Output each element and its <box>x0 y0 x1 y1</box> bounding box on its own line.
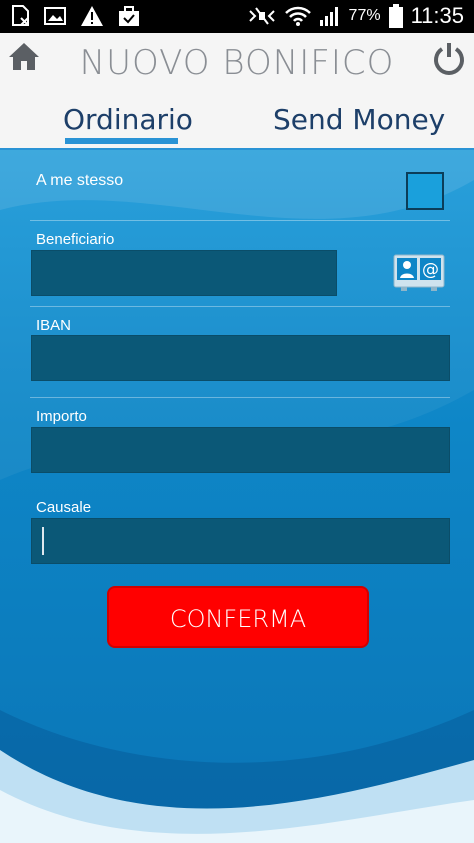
power-icon[interactable] <box>432 41 466 75</box>
battery-icon <box>388 4 403 28</box>
iban-field[interactable] <box>31 335 450 381</box>
iban-label: IBAN <box>36 317 72 334</box>
app-header: NUOVO BONIFICO Ordinario Send Money <box>0 33 474 150</box>
image-icon <box>44 7 66 25</box>
briefcase-icon <box>119 6 139 26</box>
text-cursor <box>42 527 44 555</box>
beneficiary-label: Beneficiario <box>36 231 115 248</box>
divider <box>30 220 450 221</box>
sim-icon <box>12 5 29 26</box>
active-tab-indicator <box>65 138 178 144</box>
reason-label: Causale <box>36 499 92 516</box>
status-bar: 77% 11:35 <box>0 0 474 33</box>
svg-text:@: @ <box>422 260 439 280</box>
beneficiary-field[interactable] <box>31 250 337 296</box>
battery-percent: 77% <box>348 7 381 24</box>
self-checkbox[interactable] <box>406 172 444 210</box>
mute-icon <box>248 7 275 25</box>
amount-field[interactable] <box>31 427 450 473</box>
wifi-icon <box>284 6 311 26</box>
form-area: A me stesso Beneficiario @ IBAN Importo … <box>0 150 474 843</box>
reason-field[interactable] <box>31 518 450 564</box>
divider <box>30 397 450 398</box>
self-label: A me stesso <box>36 172 124 189</box>
amount-label: Importo <box>36 408 87 425</box>
divider <box>30 306 450 307</box>
tab-ordinario[interactable]: Ordinario <box>63 103 193 136</box>
page-title: NUOVO BONIFICO <box>79 43 395 83</box>
confirm-button[interactable]: CONFERMA <box>107 586 369 648</box>
tab-send-money[interactable]: Send Money <box>273 103 445 136</box>
address-book-icon[interactable]: @ <box>393 254 445 292</box>
signal-icon <box>319 7 338 26</box>
warning-icon <box>81 6 103 26</box>
clock: 11:35 <box>410 3 464 28</box>
